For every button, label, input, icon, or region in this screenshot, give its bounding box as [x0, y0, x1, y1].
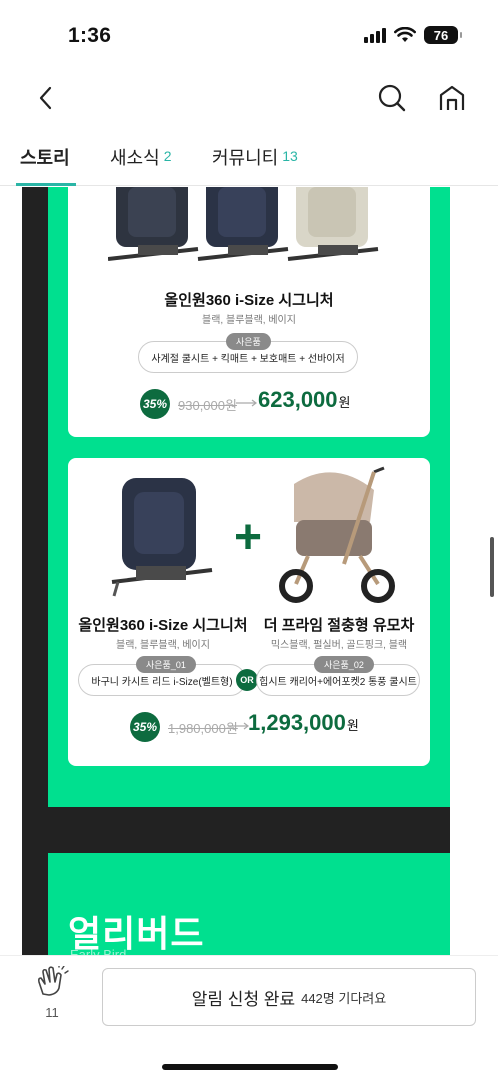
search-button[interactable]: [374, 80, 410, 116]
signal-icon: [364, 27, 386, 43]
bottom-action-bar: 11 알림 신청 완료 442명 기다려요: [0, 955, 498, 1080]
product-card-2: + 올인원360 i-Size 시그니처 블랙, 블루블랙, 베이지 더 프라임…: [68, 458, 430, 766]
wifi-icon: [394, 27, 416, 42]
gift-tag: 사은품_01: [136, 656, 196, 673]
notify-label: 알림 신청 완료: [191, 989, 296, 1009]
product-title-left: 올인원360 i-Size 시그니처: [78, 617, 248, 634]
plus-sign: +: [234, 511, 263, 564]
clap-icon: [37, 965, 69, 996]
battery-icon: 76: [424, 26, 462, 44]
clap-count: 11: [45, 1005, 59, 1020]
chevron-left-icon: [39, 86, 52, 110]
tab-community[interactable]: 커뮤니티 13: [212, 144, 298, 186]
status-icons: 76: [364, 26, 462, 44]
gift-tag: 사은품_02: [314, 656, 374, 673]
early-bird-subtitle: Early Bird: [70, 947, 127, 955]
discount-badge: 35%: [130, 712, 160, 742]
discount-badge: 35%: [140, 389, 170, 419]
tab-bar: 스토리 새소식 2 커뮤니티 13: [0, 134, 498, 186]
gift-text: 힙시트 캐리어+에어포켓2 통풍 쿨시트: [259, 676, 417, 688]
waiting-count: 442명 기다려요: [301, 990, 387, 1006]
gift-text: 사계절 쿨시트 + 킥매트 + 보호매트 + 선바이저: [151, 353, 345, 365]
product-title: 올인원360 i-Size 시그니처: [164, 292, 334, 309]
product-colors-right: 믹스블랙, 펄실버, 골드핑크, 블랙: [270, 640, 408, 651]
arrow-right-icon: [228, 722, 249, 730]
sale-price: 1,293,000원: [248, 710, 359, 736]
sale-price-value: 1,293,000: [248, 710, 346, 735]
tab-label: 스토리: [20, 148, 70, 168]
product-title-right: 더 프라임 절충형 유모차: [263, 617, 415, 634]
tab-story[interactable]: 스토리: [16, 144, 76, 186]
car-seat-image: [111, 478, 213, 597]
or-badge: OR: [236, 669, 258, 691]
sale-price-value: 623,000: [258, 387, 338, 412]
search-icon: [378, 84, 406, 112]
tab-count: 13: [282, 148, 298, 164]
product-card-1: 올인원360 i-Size 시그니처 블랙, 블루블랙, 베이지 사계절 쿨시트…: [68, 187, 430, 437]
notify-button[interactable]: 알림 신청 완료 442명 기다려요: [102, 968, 476, 1026]
clap-button[interactable]: 11: [30, 965, 74, 1020]
gift-text: 바구니 카시트 리드 i-Size(벨트형): [91, 676, 233, 688]
home-button[interactable]: [434, 80, 470, 116]
stroller-image: [279, 466, 395, 603]
car-seat-image: [108, 187, 379, 261]
tab-label: 커뮤니티: [212, 148, 279, 168]
arrow-right-icon: [236, 399, 257, 407]
original-price: 930,000원: [178, 398, 237, 413]
story-content: 올인원360 i-Size 시그니처 블랙, 블루블랙, 베이지 사계절 쿨시트…: [0, 187, 498, 955]
gift-tag: 사은품: [226, 333, 271, 350]
scrollbar[interactable]: [490, 537, 494, 597]
tab-count: 2: [163, 148, 172, 164]
status-time: 1:36: [68, 24, 112, 47]
home-icon: [439, 85, 465, 110]
tab-label: 새소식: [110, 148, 160, 168]
tab-news[interactable]: 새소식 2: [110, 144, 171, 186]
sale-price: 623,000원: [258, 387, 351, 413]
currency-won: 원: [346, 718, 359, 733]
currency-won: 원: [338, 395, 351, 410]
back-button[interactable]: [28, 80, 64, 116]
product-colors-left: 블랙, 블루블랙, 베이지: [116, 640, 210, 651]
home-indicator: [162, 1064, 338, 1070]
nav-bar: [0, 70, 498, 126]
product-colors: 블랙, 블루블랙, 베이지: [202, 315, 296, 326]
status-bar: 1:36 76: [0, 0, 498, 70]
